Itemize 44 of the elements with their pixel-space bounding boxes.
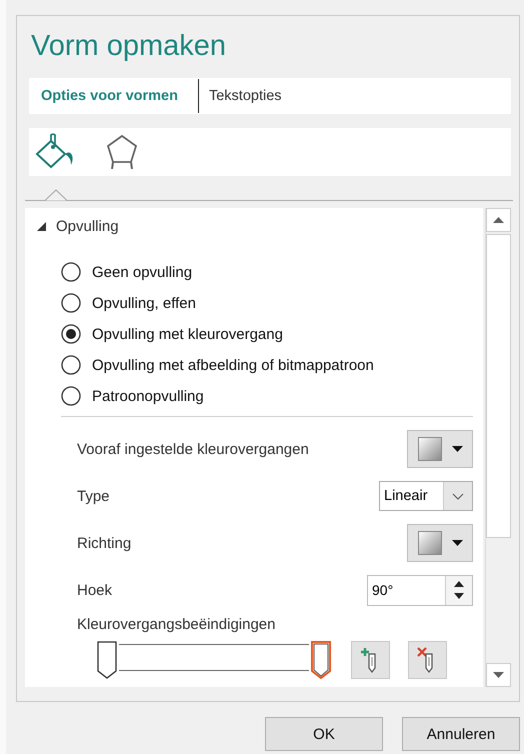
pentagon-icon[interactable] xyxy=(105,133,139,171)
dropdown-arrow-icon xyxy=(452,540,462,546)
section-title[interactable]: Opvulling xyxy=(56,218,119,234)
radio-button[interactable] xyxy=(61,386,81,406)
dropdown-arrow-icon xyxy=(452,446,462,452)
radio-button[interactable] xyxy=(61,262,81,282)
setting-label: Type xyxy=(77,488,110,504)
spin-up-icon[interactable] xyxy=(454,581,464,588)
tab[interactable]: Tekstopties xyxy=(202,79,288,113)
radio-label[interactable]: Opvulling, effen xyxy=(92,294,196,312)
scroll-thumb[interactable] xyxy=(486,234,511,538)
scroll-up-icon[interactable] xyxy=(493,217,504,223)
expand-caret-icon[interactable] xyxy=(37,222,46,230)
paint-bucket-icon[interactable] xyxy=(35,133,75,171)
scroll-down-icon[interactable] xyxy=(493,672,504,678)
gradient-picker[interactable] xyxy=(407,524,473,562)
spin-down-icon[interactable] xyxy=(454,592,464,599)
radio-label[interactable]: Geen opvulling xyxy=(92,264,192,280)
chevron-down-icon xyxy=(452,492,464,500)
tab[interactable]: Opties voor vormen xyxy=(35,79,199,113)
setting-label: Richting xyxy=(77,534,132,552)
type-dropdown[interactable]: Lineair xyxy=(379,481,473,511)
gradient-stop-handle[interactable] xyxy=(95,641,119,679)
remove-stop-button[interactable] xyxy=(408,641,447,679)
scrollbar[interactable] xyxy=(485,208,511,687)
radio-button[interactable] xyxy=(61,293,81,313)
add-stop-button[interactable] xyxy=(351,641,390,679)
gradient-stops-bar[interactable] xyxy=(119,644,309,671)
setting-label: Hoek xyxy=(77,582,112,598)
dialog-button[interactable]: Annuleren xyxy=(402,717,520,751)
gradient-swatch-icon xyxy=(418,437,442,461)
gradient-stop-handle[interactable] xyxy=(309,641,333,679)
setting-label: Vooraf ingestelde kleurovergangen xyxy=(77,440,309,458)
radio-button[interactable] xyxy=(61,324,81,344)
dialog-button[interactable]: OK xyxy=(265,717,383,751)
radio-label[interactable]: Opvulling met kleurovergang xyxy=(92,326,283,342)
gradient-swatch-icon xyxy=(418,531,442,555)
gradient-picker[interactable] xyxy=(407,430,473,468)
pane-title: Vorm opmaken xyxy=(30,30,228,64)
radio-button[interactable] xyxy=(61,355,81,375)
radio-label[interactable]: Patroonopvulling xyxy=(92,388,204,404)
angle-spinner[interactable]: 90° xyxy=(367,574,473,606)
gradient-stops-label: Kleurovergangsbeëindigingen xyxy=(76,616,276,633)
radio-label[interactable]: Opvulling met afbeelding of bitmappatroon xyxy=(92,356,374,374)
